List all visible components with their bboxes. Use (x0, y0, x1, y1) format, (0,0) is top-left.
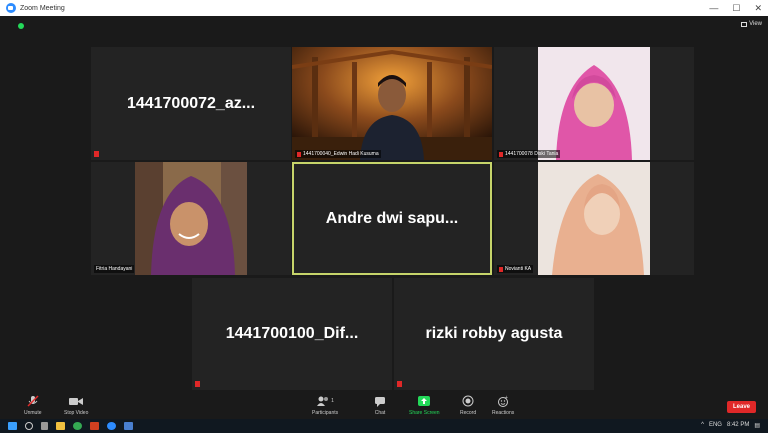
chat-label: Chat (374, 410, 386, 416)
participant-tile-active-speaker[interactable]: Andre dwi sapu... (292, 162, 492, 275)
chrome-icon[interactable] (73, 422, 82, 430)
participant-name: rizki robby agusta (425, 325, 563, 342)
close-button[interactable]: ✕ (754, 3, 762, 14)
participant-name: Fitria Handayani (96, 266, 133, 272)
maximize-button[interactable]: ☐ (732, 3, 740, 14)
zoom-taskbar-icon[interactable] (107, 422, 116, 430)
participant-tile[interactable]: 1441700072_az... (91, 47, 291, 160)
participant-tile[interactable]: rizki robby agusta (394, 278, 594, 390)
participant-video (91, 162, 291, 275)
muted-mic-icon (195, 381, 200, 387)
stop-video-button[interactable]: Stop Video (64, 395, 88, 416)
windows-taskbar: ^ ENG 8:42 PM ▤ (0, 419, 768, 433)
chat-icon (375, 397, 385, 407)
record-button[interactable]: Record (460, 395, 476, 416)
leave-meeting-button[interactable]: Leave (726, 401, 756, 413)
participant-tile[interactable]: Novianti KA (494, 162, 694, 275)
record-label: Record (460, 410, 477, 416)
participants-label: Participants (312, 410, 339, 416)
participant-name: 1441700040_Edwin Hadi Kusuma (303, 151, 379, 157)
svg-text:+: + (505, 395, 508, 401)
muted-mic-icon (499, 266, 503, 272)
tray-chevron-icon[interactable]: ^ (701, 422, 704, 429)
share-screen-label: Share Screen (409, 410, 440, 416)
view-label: View (749, 21, 762, 27)
system-tray: ^ ENG 8:42 PM ▤ (701, 422, 760, 429)
participant-video (292, 47, 492, 160)
stop-video-label: Stop Video (64, 410, 89, 416)
participant-tile[interactable]: 1441700078 Diski Tania (494, 47, 694, 160)
participant-label: Novianti KA (497, 265, 534, 273)
search-icon[interactable] (25, 422, 33, 430)
office-icon[interactable] (90, 422, 99, 430)
muted-mic-icon (499, 151, 503, 157)
notification-icon[interactable]: ▤ (754, 422, 760, 429)
reactions-smiley-icon: + (498, 395, 509, 407)
view-button[interactable]: View (741, 21, 762, 27)
muted-microphone-icon (27, 395, 39, 407)
muted-mic-icon (397, 381, 402, 387)
participant-name: Novianti KA (505, 266, 532, 272)
minimize-button[interactable]: — (709, 3, 718, 13)
file-explorer-icon[interactable] (56, 422, 65, 430)
zoom-window: Zoom Meeting — ☐ ✕ View 1441700072_az... (0, 0, 768, 433)
record-icon (462, 395, 474, 407)
grid-view-icon (741, 21, 748, 27)
participant-label: 1441700078 Diski Tania (497, 150, 561, 158)
participant-name: 1441700072_az... (126, 94, 256, 112)
title-bar: Zoom Meeting — ☐ ✕ (0, 0, 768, 16)
window-controls: — ☐ ✕ (709, 0, 762, 16)
participant-video (494, 47, 694, 160)
participant-name: 1441700078 Diski Tania (505, 151, 559, 157)
participant-label: Fitria Handayani (94, 265, 135, 273)
participant-label: 1441700040_Edwin Hadi Kusuma (295, 150, 381, 158)
participant-tile[interactable]: 1441700100_Dif... (192, 278, 392, 390)
participant-tile[interactable]: 1441700040_Edwin Hadi Kusuma (292, 47, 492, 160)
muted-mic-icon (94, 151, 99, 157)
task-view-icon[interactable] (41, 422, 48, 430)
tray-clock[interactable]: 8:42 PM (727, 422, 749, 429)
unmute-label: Unmute (24, 410, 42, 416)
windows-start-icon[interactable] (8, 422, 17, 430)
window-title: Zoom Meeting (20, 4, 65, 12)
muted-mic-icon (297, 151, 301, 157)
participant-tile[interactable]: Fitria Handayani (91, 162, 291, 275)
participants-button[interactable]: 1 Participants (312, 395, 338, 416)
security-shield-icon[interactable] (18, 23, 24, 29)
share-screen-button[interactable]: Share Screen (409, 395, 440, 416)
participant-video (494, 162, 694, 275)
video-camera-icon (69, 398, 84, 405)
zoom-app-icon (6, 3, 16, 13)
unmute-button[interactable]: Unmute (24, 395, 42, 416)
app-taskbar-icon[interactable] (124, 422, 133, 430)
reactions-button[interactable]: + Reactions (492, 395, 514, 416)
reactions-label: Reactions (492, 410, 515, 416)
participant-name: Andre dwi sapu... (325, 209, 459, 227)
share-screen-icon (418, 396, 431, 406)
participant-name: 1441700100_Dif... (225, 325, 359, 342)
participants-count: 1 (331, 398, 334, 404)
meeting-toolbar: Unmute Stop Video 1 Participants Chat Sh… (0, 393, 768, 419)
tray-language[interactable]: ENG (709, 422, 722, 429)
participants-icon (317, 396, 329, 406)
chat-button[interactable]: Chat (374, 395, 386, 416)
